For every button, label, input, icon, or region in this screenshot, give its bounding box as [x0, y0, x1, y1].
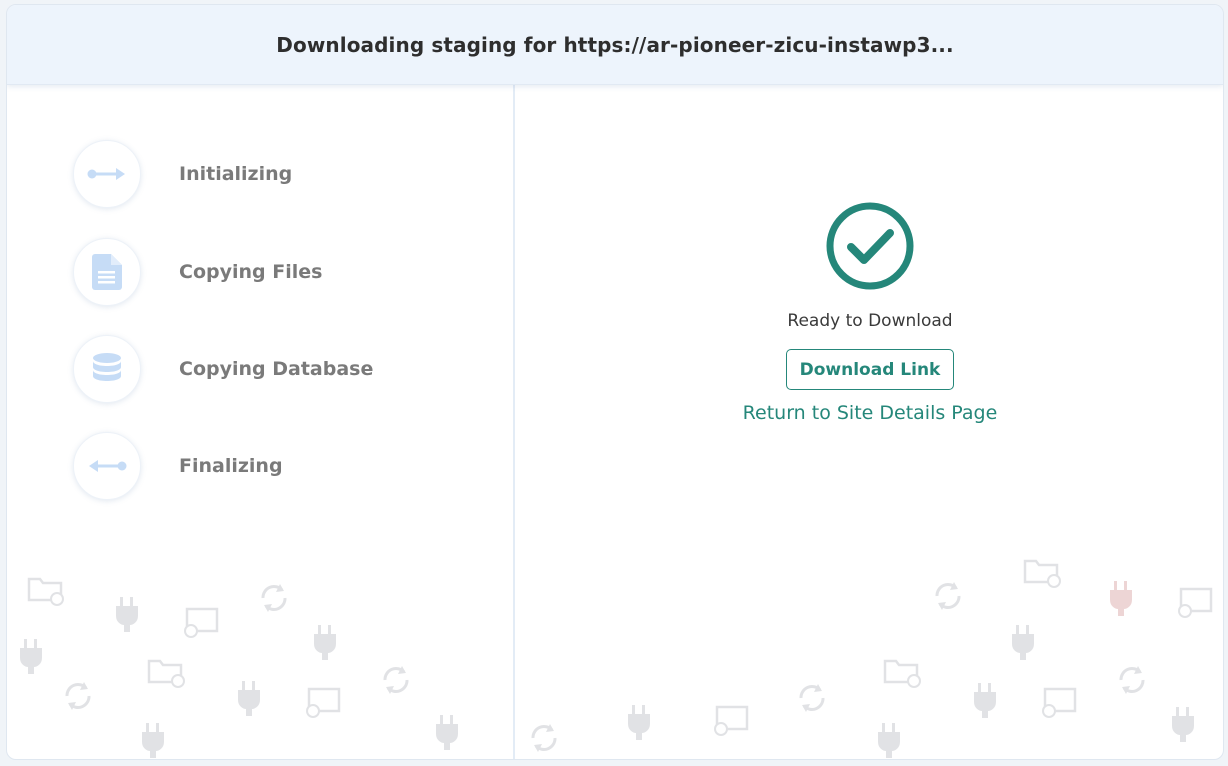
plug-icon [436, 715, 458, 750]
sync-icon [261, 584, 287, 612]
plug-icon [974, 683, 996, 718]
header: Downloading staging for https://ar-pione… [7, 5, 1223, 85]
folder-sync-icon [147, 659, 185, 688]
plug-icon [628, 705, 650, 740]
folder-sync-icon [27, 577, 64, 606]
plug-icon [1012, 625, 1034, 660]
step-label: Finalizing [179, 455, 283, 477]
plug-icon [1110, 581, 1132, 616]
plug-icon [20, 639, 42, 674]
download-link-button[interactable]: Download Link [786, 349, 954, 390]
plug-icon [314, 625, 336, 660]
step-finalizing: Finalizing [73, 432, 283, 500]
step-copying-database: Copying Database [73, 335, 373, 403]
database-icon [73, 335, 141, 403]
status-panel: Ready to Download Download Link Return t… [515, 85, 1223, 759]
page-title: Downloading staging for https://ar-pione… [276, 32, 954, 57]
folder-sync-icon [1023, 559, 1061, 588]
folder-sync-icon [714, 705, 749, 736]
sync-icon [65, 682, 91, 710]
folder-sync-icon [1042, 687, 1077, 718]
step-copying-files: Copying Files [73, 238, 322, 306]
plug-icon [1172, 707, 1194, 742]
file-icon [73, 238, 141, 306]
sync-icon [1119, 666, 1145, 694]
staging-download-card: Downloading staging for https://ar-pione… [6, 4, 1224, 760]
plug-icon [878, 723, 900, 758]
step-label: Copying Database [179, 358, 374, 380]
sync-icon [935, 582, 961, 610]
folder-sync-icon [306, 687, 341, 718]
status-text: Ready to Download [787, 311, 953, 331]
arrow-left-icon [73, 432, 141, 500]
sync-icon [383, 666, 409, 694]
step-label: Copying Files [179, 261, 323, 283]
folder-sync-icon [184, 607, 219, 638]
step-initializing: Initializing [73, 140, 292, 208]
sync-icon [531, 724, 557, 752]
step-label: Initializing [179, 163, 293, 185]
folder-sync-icon [883, 659, 921, 688]
steps-panel: Initializing Copying Files Copying Datab… [7, 85, 513, 759]
status-area: Ready to Download Download Link Return t… [515, 201, 1223, 424]
plug-icon [116, 597, 138, 632]
return-to-site-details-link[interactable]: Return to Site Details Page [743, 402, 998, 424]
plug-icon [238, 681, 260, 716]
sync-icon [799, 684, 825, 712]
check-circle-icon [826, 202, 914, 290]
plug-icon [142, 723, 164, 758]
folder-sync-icon [1178, 587, 1213, 618]
arrow-right-icon [73, 140, 141, 208]
